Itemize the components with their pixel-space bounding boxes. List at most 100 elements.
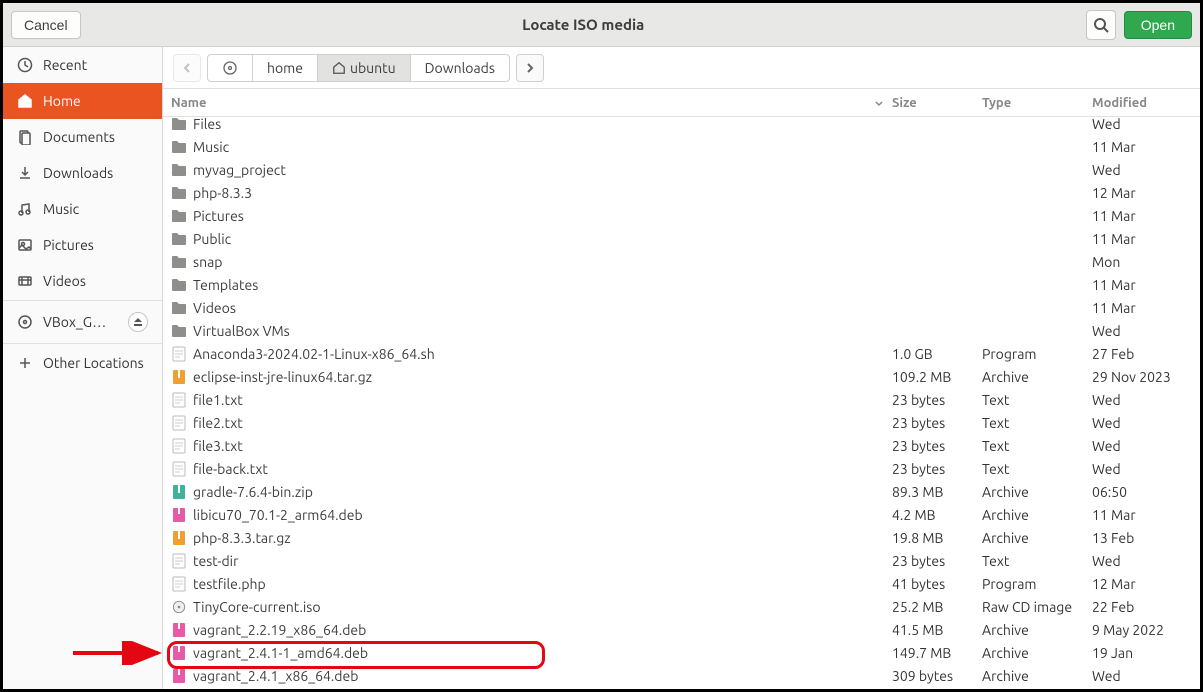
file-type: Archive <box>982 622 1092 638</box>
file-size: 23 bytes <box>892 461 982 477</box>
zip-icon <box>171 484 187 500</box>
file-size: 41 bytes <box>892 576 982 592</box>
sidebar-item-label: Pictures <box>43 237 94 253</box>
file-row[interactable]: Videos11 Mar <box>163 296 1200 319</box>
breadcrumb-ubuntu[interactable]: ubuntu <box>318 55 411 81</box>
file-type: Text <box>982 553 1092 569</box>
column-type[interactable]: Type <box>982 96 1092 110</box>
cancel-button[interactable]: Cancel <box>11 11 81 39</box>
sidebar-item-music[interactable]: Music <box>3 191 162 227</box>
sidebar-item-videos[interactable]: Videos <box>3 263 162 299</box>
sidebar-item-label: Documents <box>43 129 115 145</box>
nav-child-button[interactable] <box>516 54 544 82</box>
disc-icon <box>222 60 238 76</box>
column-name[interactable]: Name <box>171 96 892 110</box>
file-name: vagrant_2.4.1-1_amd64.deb <box>193 645 368 661</box>
file-row[interactable]: vagrant_2.4.1_x86_64.deb309 bytesArchive… <box>163 664 1200 687</box>
sidebar-item-downloads[interactable]: Downloads <box>3 155 162 191</box>
file-row[interactable]: vagrant_2.2.19_x86_64.deb41.5 MBArchive9… <box>163 618 1200 641</box>
file-size: 19.8 MB <box>892 530 982 546</box>
file-name: file2.txt <box>193 415 243 431</box>
file-type: Archive <box>982 530 1092 546</box>
file-row[interactable]: VirtualBox VMsWed <box>163 319 1200 342</box>
file-name: vagrant_2.2.19_x86_64.deb <box>193 622 366 638</box>
file-modified: 06:50 <box>1092 484 1192 500</box>
file-row[interactable]: Music11 Mar <box>163 135 1200 158</box>
sidebar-item-documents[interactable]: Documents <box>3 119 162 155</box>
open-button[interactable]: Open <box>1124 11 1192 39</box>
columns-header: Name Size Type Modified <box>163 89 1200 117</box>
file-name: Files <box>193 117 221 132</box>
file-modified: Wed <box>1092 117 1192 132</box>
sidebar-item-label: VBox_G… <box>43 314 118 330</box>
file-type: Text <box>982 438 1092 454</box>
file-row[interactable]: Anaconda3-2024.02-1-Linux-x86_64.sh1.0 G… <box>163 342 1200 365</box>
file-modified: Wed <box>1092 162 1192 178</box>
file-row[interactable]: libicu70_70.1-2_arm64.deb4.2 MBArchive11… <box>163 503 1200 526</box>
file-row[interactable]: testfile.php 41 bytesProgram12 Mar <box>163 572 1200 595</box>
file-name: php-8.3.3 <box>193 185 252 201</box>
file-row[interactable]: file-back.txt23 bytesTextWed <box>163 457 1200 480</box>
file-name: myvag_project <box>193 162 286 178</box>
search-button[interactable] <box>1086 10 1116 40</box>
file-row[interactable]: file3.txt23 bytesTextWed <box>163 434 1200 457</box>
file-row[interactable]: php-8.3.312 Mar <box>163 181 1200 204</box>
file-row[interactable]: myvag_project Wed <box>163 158 1200 181</box>
breadcrumb-root[interactable] <box>208 55 253 81</box>
file-name: eclipse-inst-jre-linux64.tar.gz <box>193 369 372 385</box>
file-row[interactable]: file1.txt23 bytesTextWed <box>163 388 1200 411</box>
folder-pic-icon <box>171 208 187 224</box>
file-row[interactable]: test-dir23 bytesTextWed <box>163 549 1200 572</box>
sidebar-item-label: Downloads <box>43 165 113 181</box>
file-row[interactable]: gradle-7.6.4-bin.zip89.3 MBArchive06:50 <box>163 480 1200 503</box>
sidebar-item-home[interactable]: Home <box>3 83 162 119</box>
file-row[interactable]: TinyCore-current.iso25.2 MBRaw CD image2… <box>163 595 1200 618</box>
breadcrumb-label: home <box>267 60 303 76</box>
folder-video-icon <box>171 300 187 316</box>
file-row[interactable]: Files Wed <box>163 117 1200 135</box>
home-icon <box>332 61 346 75</box>
file-row[interactable]: file2.txt23 bytesTextWed <box>163 411 1200 434</box>
file-size: 23 bytes <box>892 438 982 454</box>
file-row[interactable]: snapMon <box>163 250 1200 273</box>
column-modified[interactable]: Modified <box>1092 96 1192 110</box>
file-row[interactable]: php-8.3.3.tar.gz19.8 MBArchive13 Feb <box>163 526 1200 549</box>
file-type: Archive <box>982 484 1092 500</box>
file-list[interactable]: Files Wed Music11 Mar myvag_project Wed php-8… <box>163 117 1200 689</box>
file-type: Text <box>982 461 1092 477</box>
file-row[interactable]: vagrant_2.4.1-1_amd64.deb149.7 MBArchive… <box>163 641 1200 664</box>
sidebar-item-recent[interactable]: Recent <box>3 47 162 83</box>
file-name: testfile.php <box>193 576 266 592</box>
file-row[interactable]: Templates11 Mar <box>163 273 1200 296</box>
nav-back-button[interactable] <box>173 54 201 82</box>
file-modified: 11 Mar <box>1092 208 1192 224</box>
folder-icon <box>171 231 187 247</box>
file-size: 23 bytes <box>892 392 982 408</box>
archive-icon <box>171 369 187 385</box>
sidebar-item-other-locations[interactable]: Other Locations <box>3 345 162 381</box>
file-modified: Wed <box>1092 553 1192 569</box>
sidebar-item-label: Other Locations <box>43 355 144 371</box>
eject-button[interactable] <box>128 312 148 332</box>
folder-icon <box>171 117 187 132</box>
clock-icon <box>17 57 33 73</box>
breadcrumb-downloads[interactable]: Downloads <box>411 55 509 81</box>
sidebar: Recent Home Documents Downloads Music Pi… <box>3 47 163 689</box>
file-name: libicu70_70.1-2_arm64.deb <box>193 507 363 523</box>
column-size[interactable]: Size <box>892 96 982 110</box>
sidebar-item-pictures[interactable]: Pictures <box>3 227 162 263</box>
breadcrumb-home[interactable]: home <box>253 55 318 81</box>
deb-icon <box>171 622 187 638</box>
file-type: Program <box>982 576 1092 592</box>
file-row[interactable]: Pictures11 Mar <box>163 204 1200 227</box>
file-modified: 12 Mar <box>1092 576 1192 592</box>
file-row[interactable]: Public11 Mar <box>163 227 1200 250</box>
file-row[interactable]: eclipse-inst-jre-linux64.tar.gz109.2 MBA… <box>163 365 1200 388</box>
breadcrumb: home ubuntu Downloads <box>207 54 510 82</box>
file-size: 109.2 MB <box>892 369 982 385</box>
file-modified: Mon <box>1092 254 1192 270</box>
dialog-title: Locate ISO media <box>522 16 644 33</box>
deb-icon <box>171 645 187 661</box>
sidebar-item-drive[interactable]: VBox_G… <box>3 302 162 342</box>
eject-icon <box>133 317 143 327</box>
